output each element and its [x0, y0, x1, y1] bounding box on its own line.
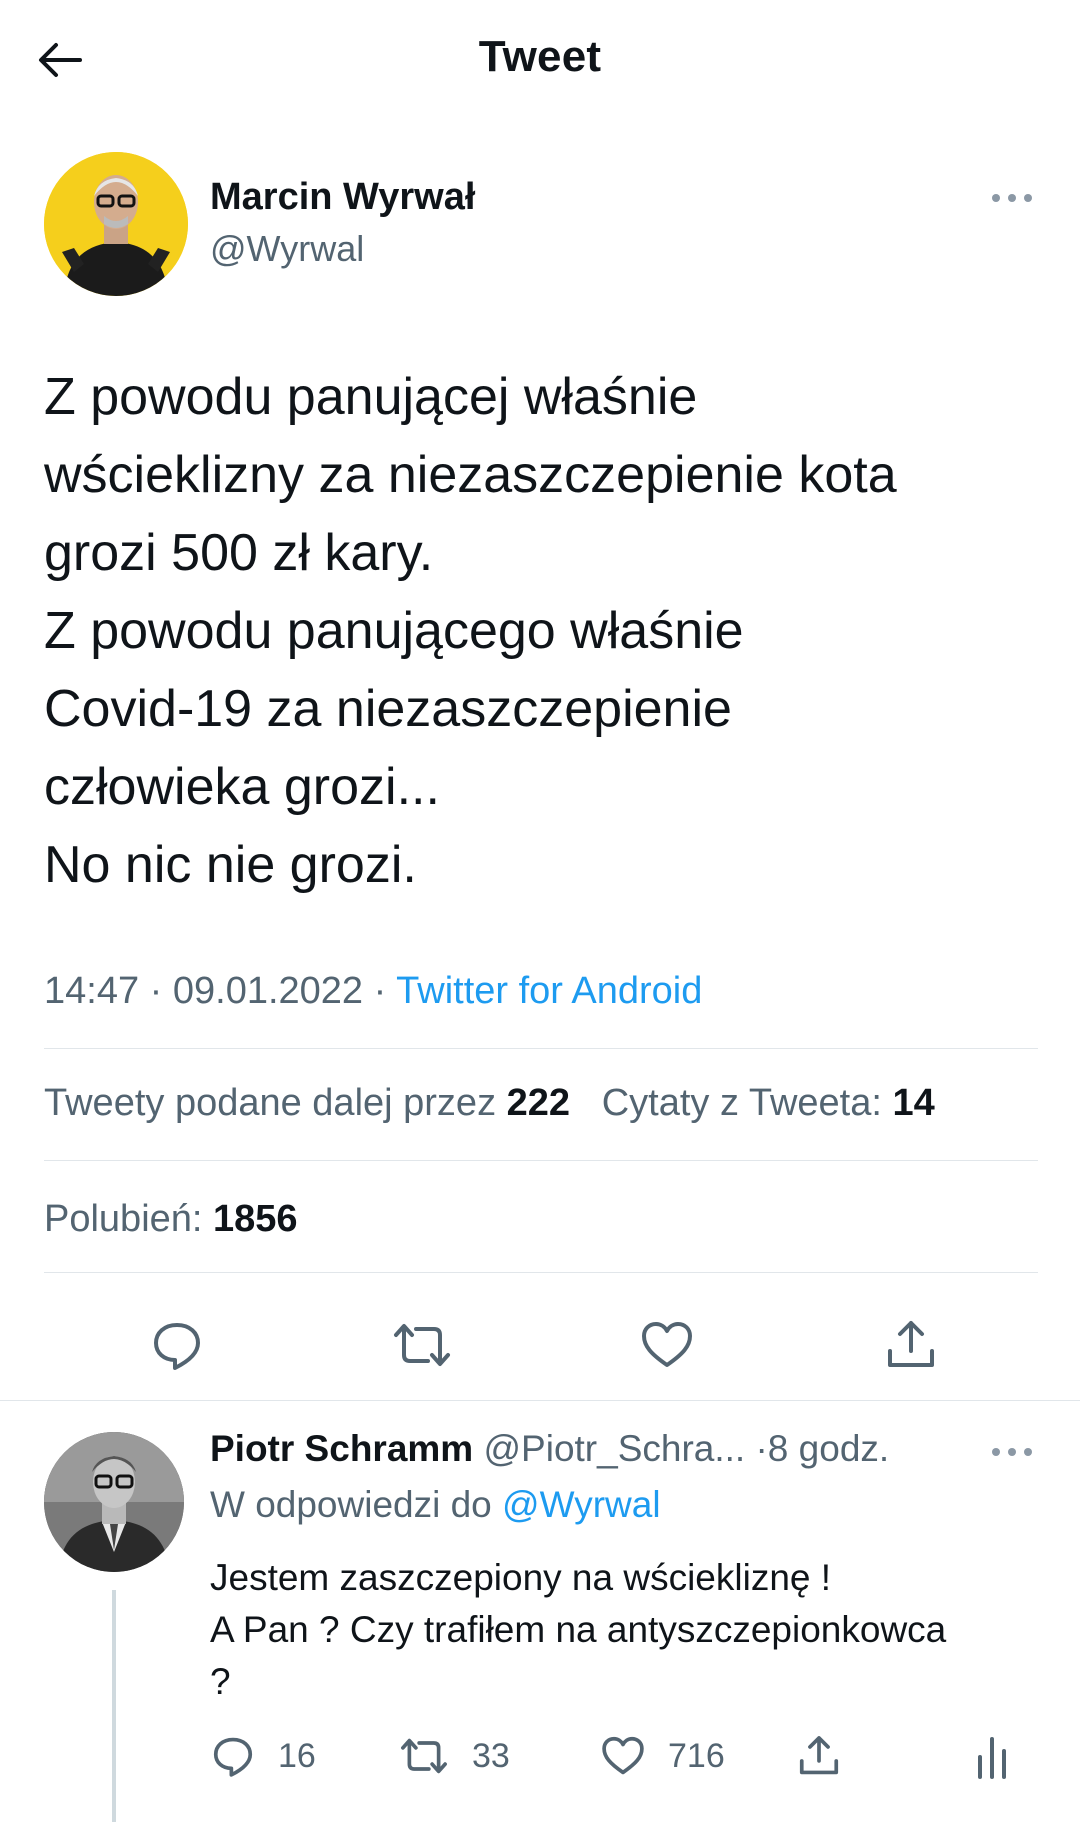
reply-share-button[interactable]: [796, 1728, 842, 1784]
reply-like-button[interactable]: 716: [600, 1728, 725, 1784]
retweets-stat[interactable]: Tweety podane dalej przez 222: [44, 1082, 570, 1124]
tweet-text: Z powodu panującej właśnie wścieklizny z…: [44, 358, 1044, 904]
tweet-line: Covid-19 za niezaszczepienie: [44, 680, 732, 738]
replying-to-label: W odpowiedzi do: [210, 1484, 503, 1525]
share-icon: [888, 1321, 934, 1367]
reply-author-name[interactable]: Piotr Schramm: [210, 1428, 473, 1469]
tweet-line: człowieka grozi...: [44, 758, 440, 816]
tweet-meta: 14:47 · 09.01.2022 · Twitter for Android: [44, 970, 702, 1013]
more-options-button[interactable]: [982, 178, 1042, 218]
reply-text: Jestem zaszczepiony na wściekliznę ! A P…: [210, 1552, 1040, 1708]
likes-count: 1856: [213, 1198, 298, 1240]
divider: [44, 1272, 1038, 1273]
reply-timestamp: ·8 godz.: [755, 1428, 890, 1469]
tweet-line: wścieklizny za niezaszczepienie kota: [44, 446, 897, 504]
reply-line: ?: [210, 1661, 231, 1702]
author-name[interactable]: Marcin Wyrwał: [210, 176, 475, 219]
reply-header: Piotr Schramm @Piotr_Schra... ·8 godz.: [210, 1428, 889, 1470]
tweet-line: grozi 500 zł kary.: [44, 524, 434, 582]
reply-line: Jestem zaszczepiony na wściekliznę !: [210, 1557, 832, 1598]
like-icon: [642, 1322, 692, 1367]
likes-label: Polubień:: [44, 1198, 214, 1240]
reply-button[interactable]: [142, 1310, 212, 1380]
author-handle[interactable]: @Wyrwal: [210, 228, 364, 270]
tweet-action-bar: [44, 1310, 1038, 1380]
reply-reply-button[interactable]: 16: [210, 1728, 316, 1784]
analytics-icon: [978, 1737, 1006, 1779]
page-title: Tweet: [478, 32, 602, 81]
like-icon: [602, 1736, 644, 1775]
reply-analytics-button[interactable]: [972, 1728, 1012, 1784]
more-icon: [992, 194, 1032, 202]
reply-author-avatar[interactable]: [44, 1432, 184, 1572]
reply-count: 16: [278, 1736, 316, 1775]
like-count: 716: [668, 1736, 725, 1775]
tweet-line: Z powodu panującej właśnie: [44, 368, 698, 426]
likes-stat[interactable]: Polubień: 1856: [44, 1198, 298, 1241]
like-button[interactable]: [632, 1310, 702, 1380]
replying-to: W odpowiedzi do @Wyrwal: [210, 1484, 661, 1526]
quotes-label: Cytaty z Tweeta:: [601, 1082, 893, 1124]
retweet-quote-stats: Tweety podane dalej przez 222 Cytaty z T…: [44, 1082, 935, 1125]
share-icon: [799, 1736, 839, 1775]
quotes-count: 14: [892, 1082, 935, 1124]
share-button[interactable]: [876, 1310, 946, 1380]
reply-author-handle[interactable]: @Piotr_Schra...: [483, 1428, 745, 1469]
retweet-button[interactable]: [387, 1310, 457, 1380]
retweets-count: 222: [506, 1082, 571, 1124]
quotes-stat[interactable]: Cytaty z Tweeta: 14: [602, 1082, 935, 1124]
retweet-icon: [394, 1324, 450, 1366]
retweet-count: 33: [472, 1736, 510, 1775]
tweet-timestamp: 14:47 · 09.01.2022 ·: [44, 970, 397, 1012]
retweet-icon: [401, 1738, 447, 1774]
tweet-line: Z powodu panującego właśnie: [44, 602, 744, 660]
thread-line: [112, 1590, 116, 1822]
more-icon: [992, 1448, 1032, 1456]
tweet-line: No nic nie grozi.: [44, 836, 417, 894]
reply-line: A Pan ? Czy trafiłem na antyszczepionkow…: [210, 1609, 947, 1650]
divider: [44, 1048, 1038, 1049]
reply-icon: [213, 1737, 253, 1777]
reply-retweet-button[interactable]: 33: [398, 1728, 510, 1784]
reply-icon: [154, 1323, 200, 1370]
author-avatar[interactable]: [44, 152, 188, 296]
retweets-label: Tweety podane dalej przez: [44, 1082, 507, 1124]
tweet-source-link[interactable]: Twitter for Android: [396, 970, 702, 1012]
divider: [44, 1160, 1038, 1161]
section-separator: [0, 1400, 1080, 1401]
replying-to-handle[interactable]: @Wyrwal: [502, 1484, 661, 1525]
reply-more-button[interactable]: [982, 1432, 1042, 1472]
